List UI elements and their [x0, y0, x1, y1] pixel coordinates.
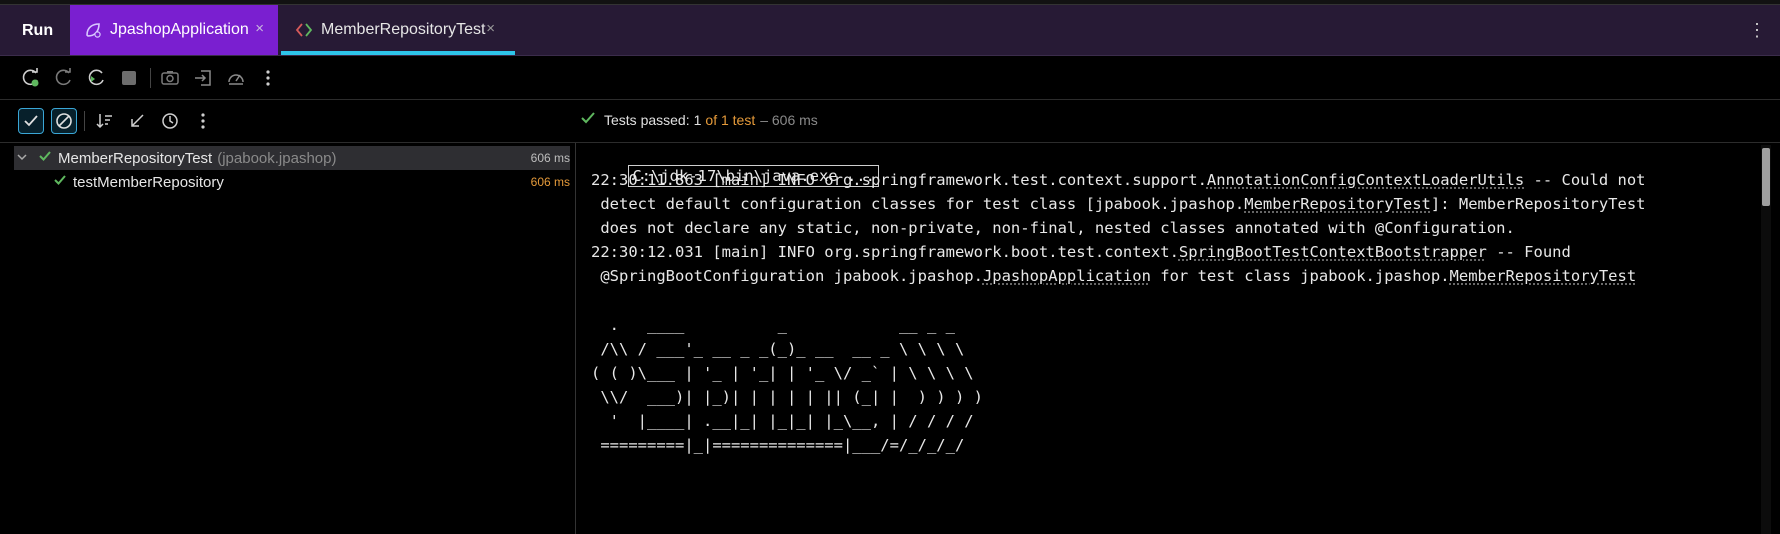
log-text: -- Could not	[1524, 171, 1646, 189]
toolbar-separator	[150, 68, 151, 88]
active-tab-indicator	[281, 51, 515, 55]
run-tab-bar: Run JpashopApplication × MemberRepositor…	[0, 5, 1780, 56]
test-tree: MemberRepositoryTest (jpabook.jpashop) 6…	[0, 143, 576, 534]
log-text: detect default configuration classes for…	[591, 195, 1245, 213]
rerun-auto-icon[interactable]	[84, 65, 110, 91]
run-panel-title: Run	[22, 22, 54, 39]
run-toolbar	[0, 56, 1780, 100]
log-text: 22:30:12.031 [main] INFO org.springframe…	[591, 243, 1179, 261]
duration: – 606 ms	[760, 111, 818, 128]
spring-banner-line: . ____ _ __ _ _	[591, 316, 955, 334]
test-filter-toolbar	[0, 100, 1780, 143]
sort-icon[interactable]	[92, 108, 118, 134]
class-link[interactable]: JpashopApplication	[983, 267, 1151, 285]
show-passed-icon[interactable]	[18, 108, 44, 134]
test-class-name: MemberRepositoryTest	[58, 149, 213, 167]
log-text: @SpringBootConfiguration jpabook.jpashop…	[591, 267, 983, 285]
test-duration: 606 ms	[530, 151, 570, 165]
rerun-failed-icon[interactable]	[51, 65, 77, 91]
spring-banner-line: =========|_|==============|___/=/_/_/_/	[591, 436, 965, 454]
spring-banner-line: \\/ ___)| |_)| | | | | || (_| | ) ) ) )	[591, 388, 983, 406]
console-log-line: does not declare any static, non-private…	[591, 219, 1515, 237]
console-log-line: 22:30:12.031 [main] INFO org.springframe…	[591, 242, 1571, 262]
class-link[interactable]: MemberRepositoryTest	[1450, 267, 1637, 285]
console-output[interactable]: C:\jdk-17\bin\java.exe ... 22:30:11.863 …	[576, 143, 1762, 534]
chevron-down-icon[interactable]	[16, 151, 32, 166]
test-package: (jpabook.jpashop)	[217, 149, 337, 167]
status-label: Tests passed:	[604, 111, 690, 128]
check-icon	[580, 110, 596, 129]
tab-member-repository-test[interactable]: MemberRepositoryTest ×	[281, 5, 515, 55]
tab-jpashop-application[interactable]: JpashopApplication ×	[70, 5, 278, 55]
spring-banner-line: ' |____| .__|_| |_|_| |_\__, | / / / /	[591, 412, 974, 430]
total-count: of 1 test	[705, 111, 756, 128]
console-scroll-thumb[interactable]	[1762, 148, 1770, 206]
stop-icon[interactable]	[116, 65, 142, 91]
show-ignored-icon[interactable]	[51, 108, 77, 134]
console-log-line: 22:30:11.863 [main] INFO org.springframe…	[591, 170, 1646, 190]
log-text: -- Found	[1486, 243, 1571, 261]
more-icon[interactable]	[190, 108, 216, 134]
spring-banner-line: ( ( )\___ | '_ | '_| | '_ \/ _` | \ \ \ …	[591, 364, 974, 382]
spring-app-icon	[84, 21, 102, 39]
test-method-name: testMemberRepository	[73, 173, 224, 191]
import-icon[interactable]	[190, 65, 216, 91]
tree-item-member-repository-test[interactable]: MemberRepositoryTest (jpabook.jpashop) 6…	[14, 146, 570, 170]
more-options-icon[interactable]: ⋮	[1748, 20, 1766, 41]
log-text: ]: MemberRepositoryTest	[1430, 195, 1646, 213]
rerun-icon[interactable]	[18, 65, 44, 91]
class-link[interactable]: MemberRepositoryTest	[1244, 195, 1431, 213]
class-link[interactable]: AnnotationConfigContextLoaderUtils	[1207, 171, 1524, 189]
console-log-line: @SpringBootConfiguration jpabook.jpashop…	[591, 266, 1636, 286]
spring-banner-line: /\\ / ___'_ __ _ _(_)_ __ __ _ \ \ \ \	[591, 340, 965, 358]
collapse-icon[interactable]	[124, 108, 150, 134]
junit-test-icon	[295, 21, 313, 39]
log-text: for test class jpabook.jpashop.	[1150, 267, 1450, 285]
log-text: 22:30:11.863 [main] INFO org.springframe…	[591, 171, 1207, 189]
test-duration: 606 ms	[530, 175, 570, 189]
tab-label: JpashopApplication	[110, 21, 249, 38]
class-link[interactable]: SpringBootTestContextBootstrapper	[1179, 243, 1487, 261]
tab-label: MemberRepositoryTest	[321, 21, 486, 38]
coverage-icon[interactable]	[223, 65, 249, 91]
check-icon	[38, 149, 52, 167]
passed-count: 1	[693, 111, 702, 128]
screenshot-icon[interactable]	[157, 65, 183, 91]
toolbar-separator	[84, 111, 85, 131]
close-icon[interactable]: ×	[255, 20, 264, 37]
close-icon[interactable]: ×	[486, 20, 495, 37]
test-status: Tests passed: 1 of 1 test – 606 ms	[580, 110, 818, 129]
history-icon[interactable]	[157, 108, 183, 134]
more-icon[interactable]	[255, 65, 281, 91]
check-icon	[53, 173, 67, 191]
tree-item-test-member-repository[interactable]: testMemberRepository 606 ms	[14, 170, 570, 194]
console-log-line: detect default configuration classes for…	[591, 194, 1646, 214]
